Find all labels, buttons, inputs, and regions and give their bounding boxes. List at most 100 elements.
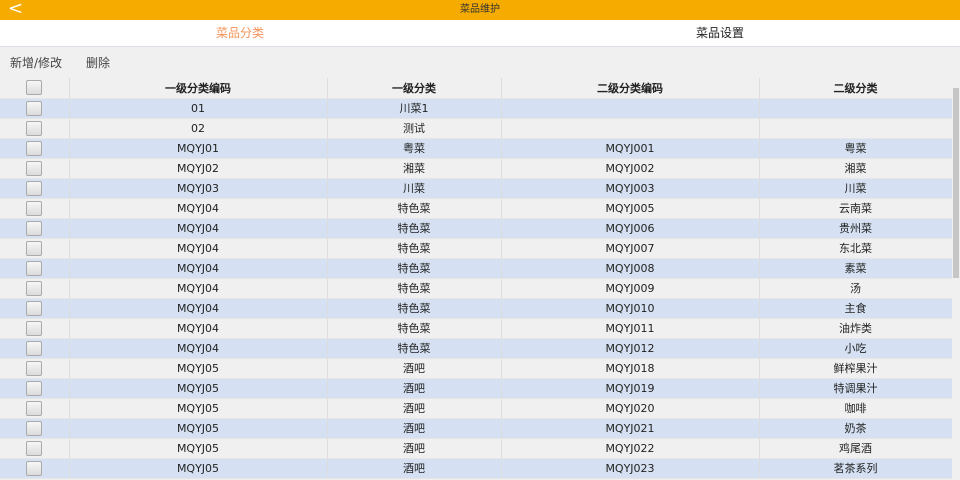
table-cell: 粤菜 xyxy=(327,138,502,159)
tab-dish-settings[interactable]: 菜品设置 xyxy=(480,20,960,46)
table-cell: 酒吧 xyxy=(327,418,502,439)
table-cell xyxy=(501,98,760,119)
row-checkbox[interactable] xyxy=(26,300,43,316)
table-cell: 特色菜 xyxy=(327,238,502,259)
row-checkbox[interactable] xyxy=(26,380,43,396)
table-cell: 川菜 xyxy=(327,178,502,199)
table-cell: MQYJ05 xyxy=(69,358,328,379)
row-checkbox[interactable] xyxy=(26,180,43,196)
table-row[interactable]: MQYJ05 酒吧 MQYJ020 咖啡 xyxy=(0,398,953,419)
table-row[interactable]: 01 川菜1 xyxy=(0,98,953,119)
table-row[interactable]: MQYJ05 酒吧 MQYJ021 奶茶 xyxy=(0,418,953,439)
scrollbar[interactable] xyxy=(952,78,960,480)
table-cell: MQYJ005 xyxy=(501,198,760,219)
row-checkbox[interactable] xyxy=(26,200,43,216)
row-checkbox[interactable] xyxy=(26,440,43,456)
delete-button[interactable]: 删除 xyxy=(86,54,110,71)
table-cell: MQYJ05 xyxy=(69,438,328,459)
table-row[interactable]: MQYJ05 酒吧 MQYJ018 鲜榨果汁 xyxy=(0,358,953,379)
table-cell: 特色菜 xyxy=(327,218,502,239)
table-cell: MQYJ03 xyxy=(69,178,328,199)
row-checkbox[interactable] xyxy=(26,120,43,136)
column-header[interactable]: 一级分类 xyxy=(327,78,502,99)
row-checkbox[interactable] xyxy=(26,420,43,436)
row-checkbox[interactable] xyxy=(26,240,43,256)
row-checkbox[interactable] xyxy=(26,160,43,176)
row-checkbox[interactable] xyxy=(26,280,43,296)
table-cell: MQYJ01 xyxy=(69,138,328,159)
table-cell: 酒吧 xyxy=(327,378,502,399)
table-row[interactable]: MQYJ04 特色菜 MQYJ011 油炸类 xyxy=(0,318,953,339)
add-edit-button[interactable]: 新增/修改 xyxy=(10,54,62,71)
table-cell: 测试 xyxy=(327,118,502,139)
table-cell: MQYJ04 xyxy=(69,218,328,239)
toolbar: 新增/修改 删除 xyxy=(0,47,960,78)
table-row[interactable]: MQYJ04 特色菜 MQYJ012 小吃 xyxy=(0,338,953,359)
table-cell: 粤菜 xyxy=(759,138,953,159)
table-row[interactable]: MQYJ05 酒吧 MQYJ023 茗茶系列 xyxy=(0,458,953,479)
table-cell: MQYJ04 xyxy=(69,258,328,279)
table-cell: 特色菜 xyxy=(327,198,502,219)
table-row[interactable]: MQYJ04 特色菜 MQYJ007 东北菜 xyxy=(0,238,953,259)
table-cell: 湘菜 xyxy=(759,158,953,179)
table-cell: 川菜1 xyxy=(327,98,502,119)
row-checkbox[interactable] xyxy=(26,320,43,336)
category-table: 一级分类编码 一级分类 二级分类编码 二级分类 01 川菜1 02 测试 MQYJ01 粤… xyxy=(0,78,953,479)
tab-dish-category[interactable]: 菜品分类 xyxy=(0,20,480,46)
row-checkbox[interactable] xyxy=(26,400,43,416)
column-header[interactable]: 一级分类编码 xyxy=(69,78,328,99)
column-header[interactable]: 二级分类编码 xyxy=(501,78,760,99)
table-cell: 东北菜 xyxy=(759,238,953,259)
table-cell: 云南菜 xyxy=(759,198,953,219)
table-row[interactable]: MQYJ04 特色菜 MQYJ006 贵州菜 xyxy=(0,218,953,239)
table-cell: 咖啡 xyxy=(759,398,953,419)
table-cell: 川菜 xyxy=(759,178,953,199)
table-cell: MQYJ018 xyxy=(501,358,760,379)
table-cell: MQYJ05 xyxy=(69,458,328,479)
row-checkbox[interactable] xyxy=(26,140,43,156)
table-cell: MQYJ021 xyxy=(501,418,760,439)
table-row[interactable]: 02 测试 xyxy=(0,118,953,139)
table-cell: 酒吧 xyxy=(327,438,502,459)
row-checkbox[interactable] xyxy=(26,360,43,376)
table-cell: MQYJ003 xyxy=(501,178,760,199)
table-cell: MQYJ001 xyxy=(501,138,760,159)
row-checkbox[interactable] xyxy=(26,460,43,476)
table-cell: 酒吧 xyxy=(327,458,502,479)
table-row[interactable]: MQYJ02 湘菜 MQYJ002 湘菜 xyxy=(0,158,953,179)
table-cell: MQYJ010 xyxy=(501,298,760,319)
row-checkbox[interactable] xyxy=(26,340,43,356)
row-checkbox[interactable] xyxy=(26,260,43,276)
table-cell xyxy=(501,118,760,139)
table-cell: 主食 xyxy=(759,298,953,319)
row-checkbox[interactable] xyxy=(26,100,43,116)
scrollbar-thumb[interactable] xyxy=(953,88,959,278)
title-bar: < 菜品维护 xyxy=(0,0,960,20)
column-header[interactable]: 二级分类 xyxy=(759,78,953,99)
table-cell: 特色菜 xyxy=(327,298,502,319)
table-row[interactable]: MQYJ05 酒吧 MQYJ019 特调果汁 xyxy=(0,378,953,399)
table-cell: MQYJ04 xyxy=(69,238,328,259)
table-cell: MQYJ006 xyxy=(501,218,760,239)
table-cell: 特色菜 xyxy=(327,278,502,299)
table-cell xyxy=(759,98,953,119)
table-cell: MQYJ007 xyxy=(501,238,760,259)
table-row[interactable]: MQYJ04 特色菜 MQYJ008 素菜 xyxy=(0,258,953,279)
table-cell: 酒吧 xyxy=(327,398,502,419)
table-cell: 特色菜 xyxy=(327,258,502,279)
table-row[interactable]: MQYJ05 酒吧 MQYJ022 鸡尾酒 xyxy=(0,438,953,459)
table-row[interactable]: MQYJ04 特色菜 MQYJ005 云南菜 xyxy=(0,198,953,219)
table-cell: 贵州菜 xyxy=(759,218,953,239)
table-row[interactable]: MQYJ01 粤菜 MQYJ001 粤菜 xyxy=(0,138,953,159)
table-cell: MQYJ04 xyxy=(69,318,328,339)
table-cell: MQYJ011 xyxy=(501,318,760,339)
row-checkbox[interactable] xyxy=(26,220,43,236)
table-row[interactable]: MQYJ03 川菜 MQYJ003 川菜 xyxy=(0,178,953,199)
table-row[interactable]: MQYJ04 特色菜 MQYJ010 主食 xyxy=(0,298,953,319)
table-cell: 特色菜 xyxy=(327,318,502,339)
select-all-checkbox[interactable] xyxy=(26,80,43,96)
table-row[interactable]: MQYJ04 特色菜 MQYJ009 汤 xyxy=(0,278,953,299)
table-cell: MQYJ009 xyxy=(501,278,760,299)
back-icon[interactable]: < xyxy=(8,0,23,18)
table-cell: MQYJ019 xyxy=(501,378,760,399)
